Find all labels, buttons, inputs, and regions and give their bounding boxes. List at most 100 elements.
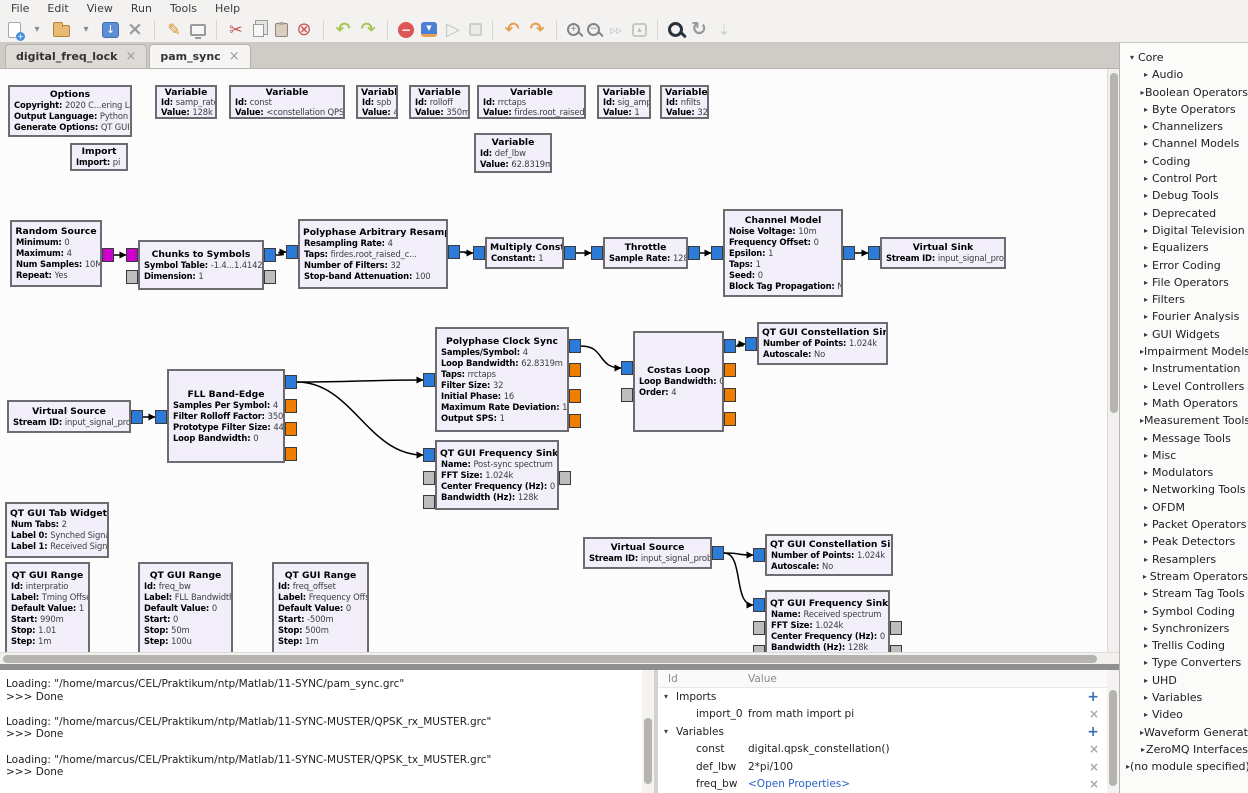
variable-row-freq_bw[interactable]: freq_bw<Open Properties>× <box>658 776 1107 793</box>
block-fll_band_edge[interactable]: FLL Band-EdgeSamples Per Symbol: 4Filter… <box>167 369 285 463</box>
tab-close-icon[interactable]: × <box>229 50 240 63</box>
menu-tools[interactable]: Tools <box>161 0 206 17</box>
tree-category-misc[interactable]: ▸Misc <box>1120 447 1248 464</box>
port-message-in2[interactable] <box>423 495 435 509</box>
tree-category-level-controllers[interactable]: ▸Level Controllers <box>1120 378 1248 395</box>
port-float-out3[interactable] <box>285 447 297 461</box>
tree-category-error-coding[interactable]: ▸Error Coding <box>1120 257 1248 274</box>
port-float-out1[interactable] <box>724 363 736 377</box>
port-float-out3[interactable] <box>569 414 581 428</box>
menu-file[interactable]: File <box>2 0 38 17</box>
expander-icon[interactable]: ▾ <box>664 727 676 736</box>
tree-category-instrumentation[interactable]: ▸Instrumentation <box>1120 360 1248 377</box>
variable-row-const[interactable]: constdigital.qpsk_constellation()× <box>658 741 1107 759</box>
tree-category-boolean-operators[interactable]: ▸Boolean Operators <box>1120 84 1248 101</box>
port-complex-in0[interactable] <box>753 548 765 562</box>
tree-category-stream-operators[interactable]: ▸Stream Operators <box>1120 568 1248 585</box>
connection-pfb_resampler.out0-to-multiply_const.in0[interactable] <box>460 252 473 253</box>
tree-category-ofdm[interactable]: ▸OFDM <box>1120 499 1248 516</box>
tree-category-packet-operators[interactable]: ▸Packet Operators <box>1120 516 1248 533</box>
port-complex-in0[interactable] <box>286 245 298 259</box>
port-complex-in0[interactable] <box>591 246 603 260</box>
block-virtual_sink[interactable]: Virtual SinkStream ID: input_signal_prob… <box>880 237 1006 269</box>
tree-category-channel-models[interactable]: ▸Channel Models <box>1120 135 1248 152</box>
block-var_rolloff[interactable]: VariableId: rolloffValue: 350m <box>409 85 470 119</box>
tree-category-no-module[interactable]: ▸(no module specified) <box>1120 758 1248 775</box>
add-entry-icon[interactable]: + <box>1087 725 1099 739</box>
block-var_sig_amp[interactable]: VariableId: sig_ampValue: 1 <box>597 85 651 119</box>
connection-fll_band_edge.out0-to-pclock_sync.in0[interactable] <box>297 380 423 382</box>
new-file-dropdown-button[interactable]: ▾ <box>28 20 46 40</box>
block-costas_loop[interactable]: Costas LoopLoop Bandwidth: 0Order: 4 <box>633 331 724 432</box>
connection-chunks_to_symbols.out0-to-pfb_resampler.in0[interactable] <box>276 252 286 255</box>
block-options[interactable]: OptionsCopyright: 2020 C...ering LabOutp… <box>8 85 132 137</box>
toggle-hide-disabled-button[interactable]: ⇣ <box>715 20 733 40</box>
port-message-in1[interactable] <box>621 388 633 402</box>
port-complex-in0[interactable] <box>753 598 765 612</box>
remove-entry-icon[interactable]: × <box>1089 743 1099 755</box>
tab-digital_freq_lock[interactable]: digital_freq_lock× <box>5 44 147 68</box>
block-var_def_lbw[interactable]: VariableId: def_lbwValue: 62.8319m <box>474 133 552 173</box>
tree-category-zeromq-interfaces[interactable]: ▸ZeroMQ Interfaces <box>1120 741 1248 758</box>
find-block-button[interactable] <box>668 22 683 37</box>
expander-icon[interactable]: ▾ <box>664 692 676 701</box>
block-var_rrctaps[interactable]: VariableId: rrctapsValue: firdes.root_ra… <box>477 85 586 119</box>
block-var_const[interactable]: VariableId: constValue: <constellation Q… <box>229 85 345 119</box>
port-complex-in0[interactable] <box>621 361 633 375</box>
port-message-out0[interactable] <box>559 471 571 485</box>
flowgraph-properties-button[interactable]: ✎ <box>165 20 183 40</box>
screen-capture-button[interactable] <box>190 24 206 36</box>
port-float-out1[interactable] <box>569 363 581 377</box>
block-chunks_to_symbols[interactable]: Chunks to SymbolsSymbol Table: -1.4...1.… <box>138 240 264 290</box>
port-byte-out0[interactable] <box>102 248 114 262</box>
port-complex-out0[interactable] <box>688 246 700 260</box>
port-message-in2[interactable] <box>753 645 765 652</box>
connection-virtual_source2.out0-to-const_sink2.in0[interactable] <box>724 553 753 555</box>
port-complex-in0[interactable] <box>155 410 167 424</box>
tree-category-equalizers[interactable]: ▸Equalizers <box>1120 239 1248 256</box>
block-tab_widget[interactable]: QT GUI Tab WidgetNum Tabs: 2Label 0: Syn… <box>5 502 109 558</box>
connection-costas_loop.out0-to-const_sink1.in0[interactable] <box>736 344 745 346</box>
block-range_freq_offset[interactable]: QT GUI RangeId: freq_offsetLabel: Freque… <box>272 562 369 652</box>
tree-category-deprecated[interactable]: ▸Deprecated <box>1120 205 1248 222</box>
remove-entry-icon[interactable]: × <box>1089 761 1099 773</box>
tree-category-measurement-tools[interactable]: ▸Measurement Tools <box>1120 412 1248 429</box>
menu-edit[interactable]: Edit <box>38 0 77 17</box>
variable-row-import_0[interactable]: import_0from math import pi× <box>658 706 1107 724</box>
tab-close-icon[interactable]: × <box>125 50 136 63</box>
redo-button[interactable]: ↷ <box>359 20 377 40</box>
block-channel_model[interactable]: Channel ModelNoise Voltage: 10mFrequency… <box>723 209 843 297</box>
block-range_timing[interactable]: QT GUI RangeId: interpratioLabel: Tming … <box>5 562 90 652</box>
scrollbar-thumb[interactable] <box>1109 690 1117 786</box>
tree-category-debug-tools[interactable]: ▸Debug Tools <box>1120 187 1248 204</box>
block-var_nfilts[interactable]: VariableId: nfiltsValue: 32 <box>660 85 709 119</box>
block-virtual_source1[interactable]: Virtual SourceStream ID: input_signal_pr… <box>7 400 131 433</box>
open-file-dropdown-button[interactable]: ▾ <box>77 20 95 40</box>
undo-button[interactable]: ↶ <box>334 20 352 40</box>
menu-run[interactable]: Run <box>122 0 161 17</box>
port-complex-out0[interactable] <box>569 339 581 353</box>
tree-category-fourier-analysis[interactable]: ▸Fourier Analysis <box>1120 308 1248 325</box>
canvas-vertical-scrollbar[interactable] <box>1107 69 1119 652</box>
port-float-out3[interactable] <box>724 412 736 426</box>
connection-fll_band_edge.out0-to-freq_sink1.in0[interactable] <box>297 382 423 455</box>
tree-category-variables[interactable]: ▸Variables <box>1120 689 1248 706</box>
tree-category-stream-tag-tools[interactable]: ▸Stream Tag Tools <box>1120 585 1248 602</box>
menu-help[interactable]: Help <box>206 0 249 17</box>
tree-category-core[interactable]: ▾Core <box>1120 49 1248 66</box>
port-float-out1[interactable] <box>285 399 297 413</box>
variable-editor-scrollbar[interactable] <box>1107 670 1119 793</box>
tree-category-filters[interactable]: ▸Filters <box>1120 291 1248 308</box>
block-var_samp_rate[interactable]: VariableId: samp_rateValue: 128k <box>155 85 217 119</box>
tree-category-impairment-models[interactable]: ▸Impairment Models <box>1120 343 1248 360</box>
variable-value[interactable]: <Open Properties> <box>748 778 1085 790</box>
tree-category-type-converters[interactable]: ▸Type Converters <box>1120 654 1248 671</box>
connection-pclock_sync.out0-to-costas_loop.in0[interactable] <box>581 346 621 368</box>
canvas-horizontal-scrollbar[interactable] <box>0 652 1119 664</box>
block-freq_sink2[interactable]: QT GUI Frequency SinkName: Received spec… <box>765 590 890 652</box>
tree-category-modulators[interactable]: ▸Modulators <box>1120 464 1248 481</box>
port-float-out2[interactable] <box>285 422 297 436</box>
block-random_source[interactable]: Random SourceMinimum: 0Maximum: 4Num Sam… <box>10 220 102 287</box>
zoom-original-button[interactable]: ▹▹ <box>607 20 625 40</box>
port-float-out2[interactable] <box>569 389 581 403</box>
